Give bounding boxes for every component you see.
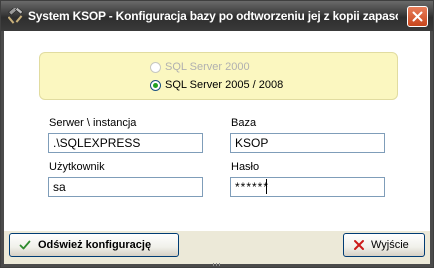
close-button[interactable] bbox=[407, 6, 428, 27]
title-bar[interactable]: System KSOP - Konfiguracja bazy po odtwo… bbox=[1, 1, 433, 31]
database-input[interactable] bbox=[230, 133, 385, 153]
user-label: Użytkownik bbox=[49, 161, 105, 173]
radio-sql2000[interactable]: SQL Server 2000 bbox=[150, 61, 250, 73]
window-frame-right bbox=[430, 31, 433, 267]
close-x-icon bbox=[412, 11, 423, 22]
password-label: Hasło bbox=[231, 161, 260, 173]
server-instance-input[interactable] bbox=[48, 133, 203, 153]
dialog-content: SQL Server 2000 SQL Server 2005 / 2008 S… bbox=[4, 31, 430, 231]
user-input[interactable] bbox=[48, 177, 203, 197]
radio-button-sql2005-2008[interactable] bbox=[150, 79, 161, 91]
x-mark-icon bbox=[352, 238, 366, 252]
database-label: Baza bbox=[231, 117, 257, 129]
text-caret bbox=[266, 179, 267, 194]
radio-label-sql2005-2008: SQL Server 2005 / 2008 bbox=[165, 79, 284, 91]
server-instance-label: Serwer \ instancja bbox=[49, 117, 137, 129]
sql-version-group: SQL Server 2000 SQL Server 2005 / 2008 bbox=[39, 52, 398, 100]
radio-button-sql2000[interactable] bbox=[150, 61, 161, 73]
checkmark-icon bbox=[18, 238, 32, 252]
exit-label: Wyjście bbox=[371, 239, 409, 251]
resize-grip[interactable] bbox=[213, 263, 222, 266]
window-title: System KSOP - Konfiguracja bazy po odtwo… bbox=[28, 9, 398, 23]
tools-hammer-icon bbox=[7, 5, 24, 24]
refresh-configuration-label: Odśwież konfigurację bbox=[38, 239, 152, 251]
radio-label-sql2000: SQL Server 2000 bbox=[165, 61, 250, 73]
password-input[interactable] bbox=[230, 177, 385, 197]
radio-sql2005-2008[interactable]: SQL Server 2005 / 2008 bbox=[150, 79, 283, 91]
dialog-window: System KSOP - Konfiguracja bazy po odtwo… bbox=[0, 0, 434, 268]
exit-button[interactable]: Wyjście bbox=[343, 233, 425, 257]
refresh-configuration-button[interactable]: Odśwież konfigurację bbox=[9, 233, 179, 257]
